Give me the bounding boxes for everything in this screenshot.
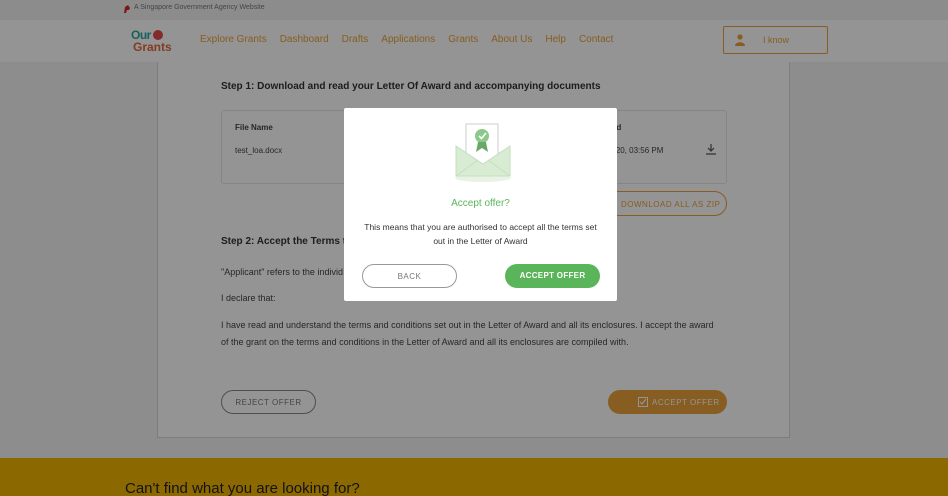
accept-offer-dialog: Accept offer? This means that you are au… xyxy=(344,108,617,301)
dialog-title: Accept offer? xyxy=(451,198,510,209)
confirm-accept-offer-button[interactable]: ACCEPT OFFER xyxy=(505,264,600,288)
dialog-message: This means that you are authorised to ac… xyxy=(364,222,597,246)
envelope-award-icon xyxy=(455,123,511,182)
back-button[interactable]: BACK xyxy=(362,264,457,288)
